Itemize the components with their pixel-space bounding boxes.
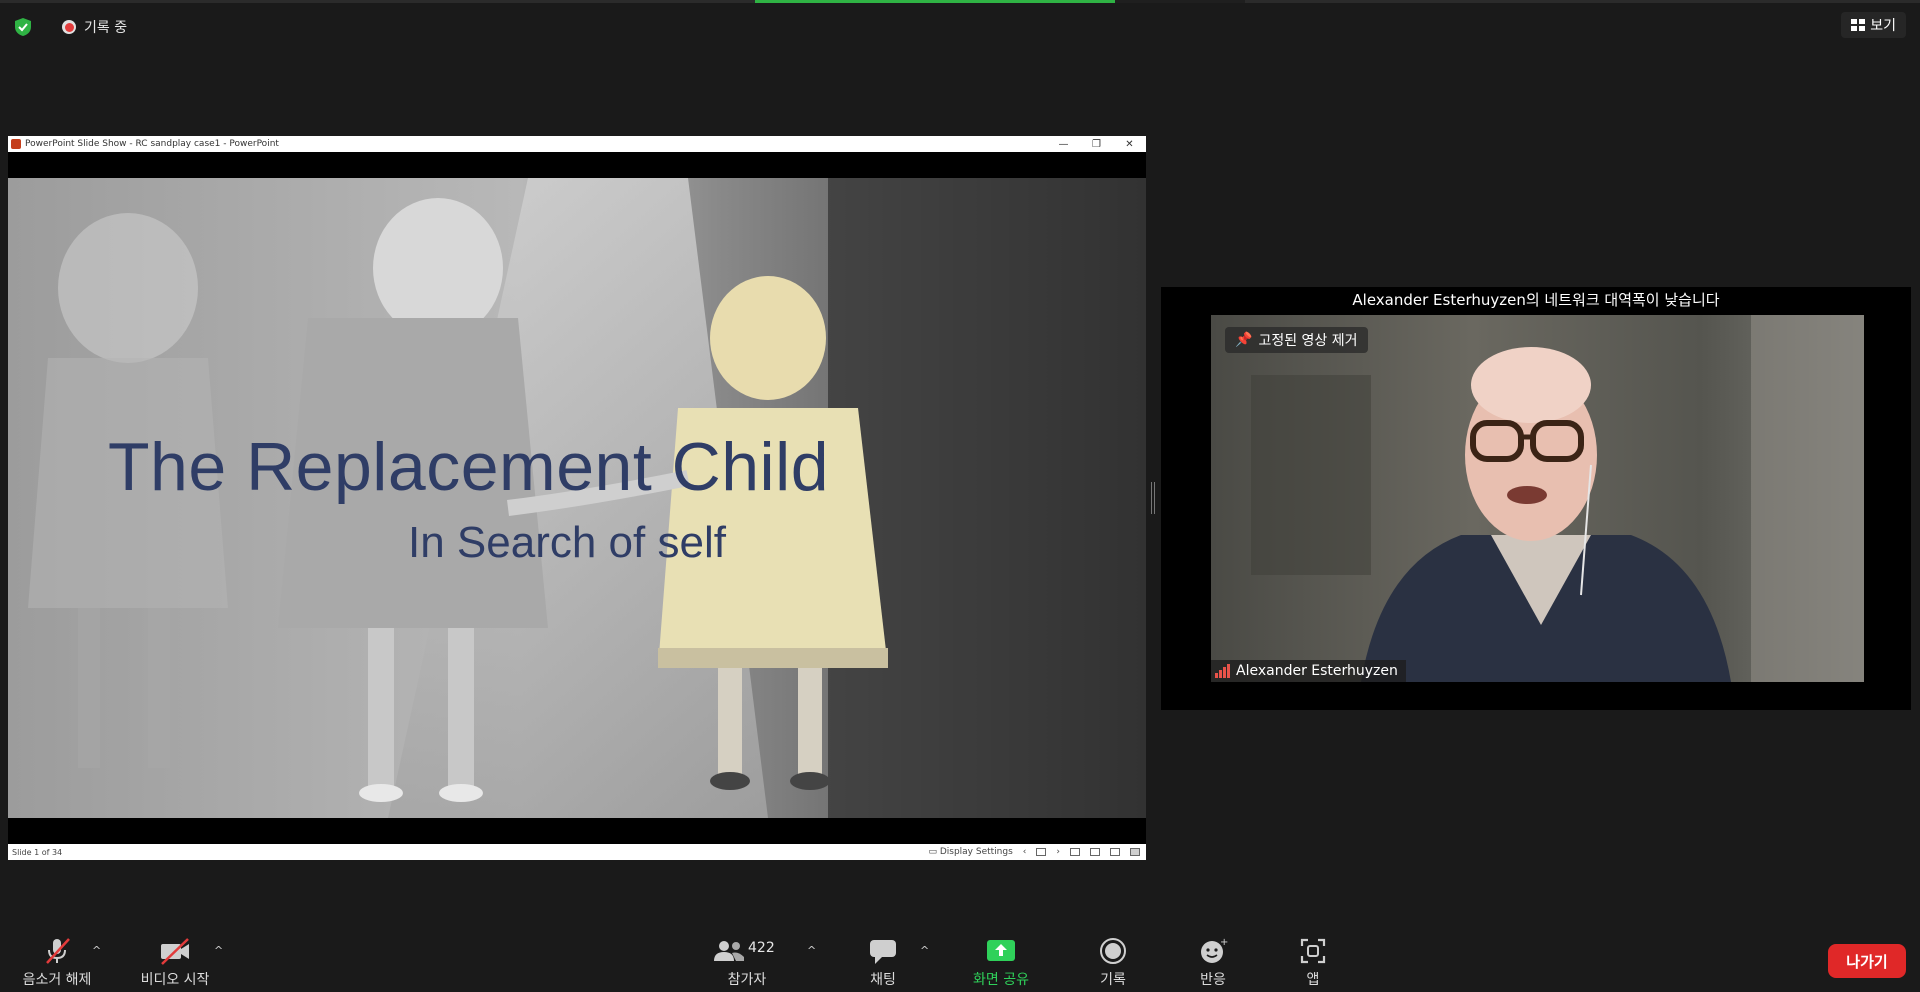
slide-subtitle: In Search of self — [408, 518, 726, 567]
share-screen-icon — [983, 936, 1019, 966]
participants-count: 422 — [748, 940, 775, 956]
meeting-status-bar: 기록 중 — [12, 16, 127, 38]
start-video-button[interactable]: 비디오 시작 — [130, 936, 220, 989]
reactions-label: 반응 — [1200, 972, 1226, 988]
record-label: 기록 — [1100, 972, 1126, 988]
network-signal-icon — [1215, 664, 1230, 678]
meeting-toolbar: 음소거 해제 ^ 비디오 시작 ^ 422 참가자 ^ 채팅 ^ 화면 공유 기… — [0, 924, 1920, 992]
participant-video-tile[interactable]: 📌 고정된 영상 제거 Alexander Esterhuyzen — [1211, 315, 1864, 682]
security-shield-icon[interactable] — [12, 16, 34, 38]
panel-resize-handle[interactable] — [1151, 482, 1155, 514]
grid-view-icon — [1851, 19, 1866, 31]
display-settings-label: Display Settings — [939, 847, 1013, 857]
ppt-titlebar: PowerPoint Slide Show - RC sandplay case… — [8, 136, 1146, 152]
participants-icon: 422 — [712, 936, 782, 966]
video-options-chevron-icon[interactable]: ^ — [214, 944, 223, 957]
apps-button[interactable]: 앱 — [1268, 936, 1358, 989]
participants-options-chevron-icon[interactable]: ^ — [807, 944, 816, 957]
chat-button[interactable]: 채팅 — [838, 936, 928, 989]
leave-meeting-button[interactable]: 나가기 — [1828, 944, 1906, 978]
record-icon — [1095, 936, 1131, 966]
participant-name-tag: Alexander Esterhuyzen — [1211, 660, 1406, 682]
muted-mic-icon — [39, 936, 75, 966]
chat-label: 채팅 — [870, 972, 896, 988]
video-panel: Alexander Esterhuyzen의 네트워크 대역폭이 낮습니다 📌 … — [1161, 287, 1911, 710]
participant-name: Alexander Esterhuyzen — [1236, 663, 1398, 679]
close-icon[interactable]: ✕ — [1113, 139, 1146, 150]
pin-icon: 📌 — [1235, 332, 1253, 348]
normal-view-icon[interactable] — [1070, 848, 1080, 856]
monitor-icon: ▭ — [928, 847, 940, 857]
ppt-window-title: PowerPoint Slide Show - RC sandplay case… — [25, 139, 279, 149]
shared-powerpoint-window: PowerPoint Slide Show - RC sandplay case… — [8, 136, 1146, 860]
unmute-button[interactable]: 음소거 해제 — [12, 936, 102, 989]
previous-slide-button[interactable]: ‹ — [1023, 847, 1027, 857]
share-screen-button[interactable]: 화면 공유 — [956, 936, 1046, 989]
chat-options-chevron-icon[interactable]: ^ — [920, 944, 929, 957]
powerpoint-logo-icon — [11, 139, 21, 149]
network-warning: Alexander Esterhuyzen의 네트워크 대역폭이 낮습니다 — [1352, 291, 1720, 309]
restore-icon[interactable]: ❐ — [1080, 139, 1113, 150]
minimize-icon[interactable]: — — [1047, 139, 1080, 150]
unmute-label: 음소거 해제 — [22, 972, 92, 988]
zoom-meeting-window: 기록 중 보기 PowerPoint Slide Show - RC sandp… — [0, 0, 1920, 992]
start-video-label: 비디오 시작 — [140, 972, 210, 988]
reactions-button[interactable]: + 반응 — [1168, 936, 1258, 989]
reading-view-icon[interactable] — [1110, 848, 1120, 856]
recording-icon — [62, 20, 76, 34]
audio-options-chevron-icon[interactable]: ^ — [92, 944, 101, 957]
recording-status[interactable]: 기록 중 — [62, 17, 127, 37]
ppt-statusbar: Slide 1 of 34 ▭ Display Settings ‹ › — [8, 844, 1146, 860]
view-label: 보기 — [1870, 18, 1896, 34]
video-off-icon — [157, 936, 193, 966]
display-settings-button[interactable]: ▭ Display Settings — [928, 847, 1012, 857]
chat-icon — [865, 936, 901, 966]
slide-title: The Replacement Child — [108, 429, 830, 505]
participants-label: 참가자 — [727, 972, 767, 988]
unpin-label: 고정된 영상 제거 — [1258, 333, 1358, 349]
unpin-video-button[interactable]: 📌 고정된 영상 제거 — [1225, 327, 1368, 353]
next-slide-button[interactable]: › — [1056, 847, 1060, 857]
participants-button[interactable]: 422 참가자 — [702, 936, 792, 989]
slide-area: The Replacement Child In Search of self — [8, 152, 1146, 844]
screen-share-indicator-bar[interactable] — [755, 0, 1245, 3]
slideshow-view-icon[interactable] — [1130, 848, 1140, 856]
share-screen-label: 화면 공유 — [973, 972, 1029, 988]
share-progress — [755, 0, 1115, 3]
slide-sorter-icon[interactable] — [1090, 848, 1100, 856]
apps-label: 앱 — [1306, 972, 1320, 988]
reactions-icon: + — [1195, 936, 1231, 966]
apps-icon — [1295, 936, 1331, 966]
svg-text:+: + — [1220, 937, 1228, 948]
participant-video — [1211, 315, 1864, 682]
slide-menu-icon[interactable] — [1036, 848, 1047, 856]
recording-label: 기록 중 — [84, 20, 128, 36]
view-button[interactable]: 보기 — [1841, 12, 1906, 38]
window-controls: — ❐ ✕ — [1047, 139, 1146, 150]
ppt-status-controls: ▭ Display Settings ‹ › — [928, 847, 1146, 857]
slide-counter: Slide 1 of 34 — [12, 847, 63, 857]
record-button[interactable]: 기록 — [1068, 936, 1158, 989]
slide: The Replacement Child In Search of self — [8, 178, 1146, 818]
